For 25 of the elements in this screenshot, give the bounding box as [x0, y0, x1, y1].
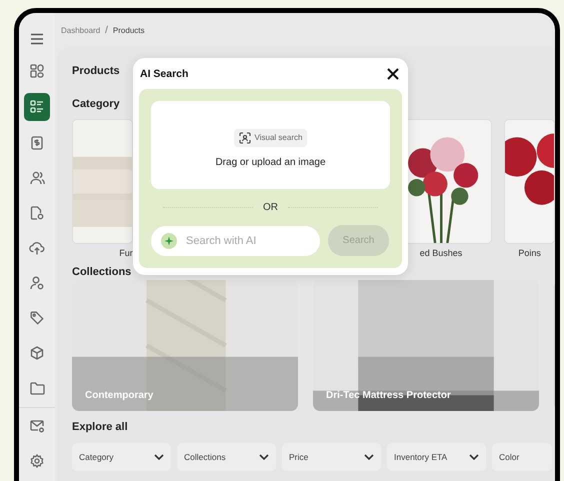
filter-dropdown[interactable]: Collections — [177, 443, 276, 471]
search-input[interactable]: Search with AI — [184, 234, 308, 248]
section-heading: Category — [72, 97, 121, 112]
category-label: Fur — [118, 248, 133, 258]
visual-search-chip[interactable]: Visual search — [234, 128, 308, 146]
section-heading: Collections — [72, 265, 132, 280]
filter-dropdown[interactable]: Category — [72, 443, 171, 471]
dialog-title: AI Search — [140, 68, 188, 80]
drop-zone[interactable]: Visual search Drag or upload an image — [151, 101, 390, 189]
category-label: ed Bushes — [418, 248, 464, 258]
category-label: Poins — [517, 248, 542, 258]
filter-dropdown[interactable]: Inventory ETA — [387, 443, 486, 471]
collection-label: Dri-Tec Mattress Protector — [326, 390, 451, 401]
drop-instruction: Drag or upload an image — [215, 156, 326, 168]
page-title: Products — [72, 64, 120, 79]
section-heading: Explore all — [72, 420, 129, 435]
breadcrumb-separator: / — [105, 24, 108, 36]
filter-dropdown[interactable]: Color — [492, 443, 552, 471]
breadcrumb-current: Products — [112, 26, 144, 34]
collection-card[interactable]: Dri-Tec Mattress Protector — [313, 280, 539, 411]
collection-label: Contemporary — [85, 390, 154, 401]
breadcrumb-link[interactable]: Dashboard — [61, 26, 100, 34]
filter-dropdown[interactable]: Price — [282, 443, 381, 471]
ai-search-field[interactable]: Search with AI — [151, 226, 320, 256]
or-divider-label: OR — [263, 202, 278, 212]
